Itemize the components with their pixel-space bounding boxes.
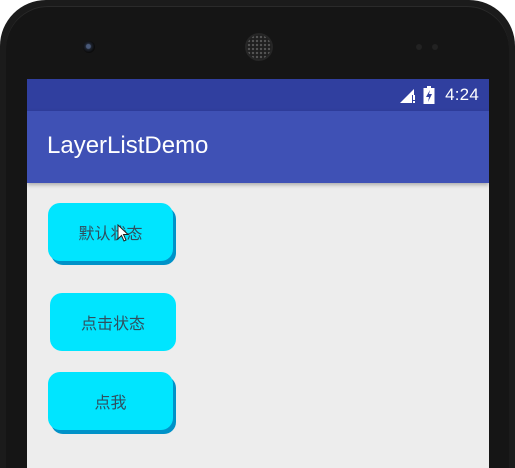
default-state-label: 默认状态 bbox=[78, 224, 143, 243]
click-me-label: 点我 bbox=[94, 393, 127, 412]
click-me-button[interactable]: 点我 bbox=[48, 372, 173, 430]
device-screen: 4:24 LayerListDemo 默认状态 点击状态 点我 bbox=[27, 79, 489, 468]
front-camera bbox=[83, 41, 95, 53]
signal-icon bbox=[399, 86, 417, 104]
status-icons: 4:24 bbox=[399, 85, 479, 105]
content-area: 默认状态 点击状态 点我 bbox=[27, 183, 489, 468]
earpiece-speaker bbox=[247, 35, 271, 59]
pressed-state-label: 点击状态 bbox=[80, 314, 145, 333]
battery-charging-icon bbox=[423, 86, 435, 104]
app-bar: LayerListDemo bbox=[27, 111, 489, 183]
light-sensor bbox=[432, 44, 438, 50]
default-state-button[interactable]: 默认状态 bbox=[48, 203, 173, 261]
status-bar: 4:24 bbox=[27, 79, 489, 111]
proximity-sensor bbox=[416, 44, 422, 50]
status-time: 4:24 bbox=[445, 85, 479, 104]
phone-frame: 4:24 LayerListDemo 默认状态 点击状态 点我 bbox=[0, 0, 515, 468]
pressed-state-button[interactable]: 点击状态 bbox=[50, 293, 176, 351]
app-title: LayerListDemo bbox=[47, 132, 209, 159]
